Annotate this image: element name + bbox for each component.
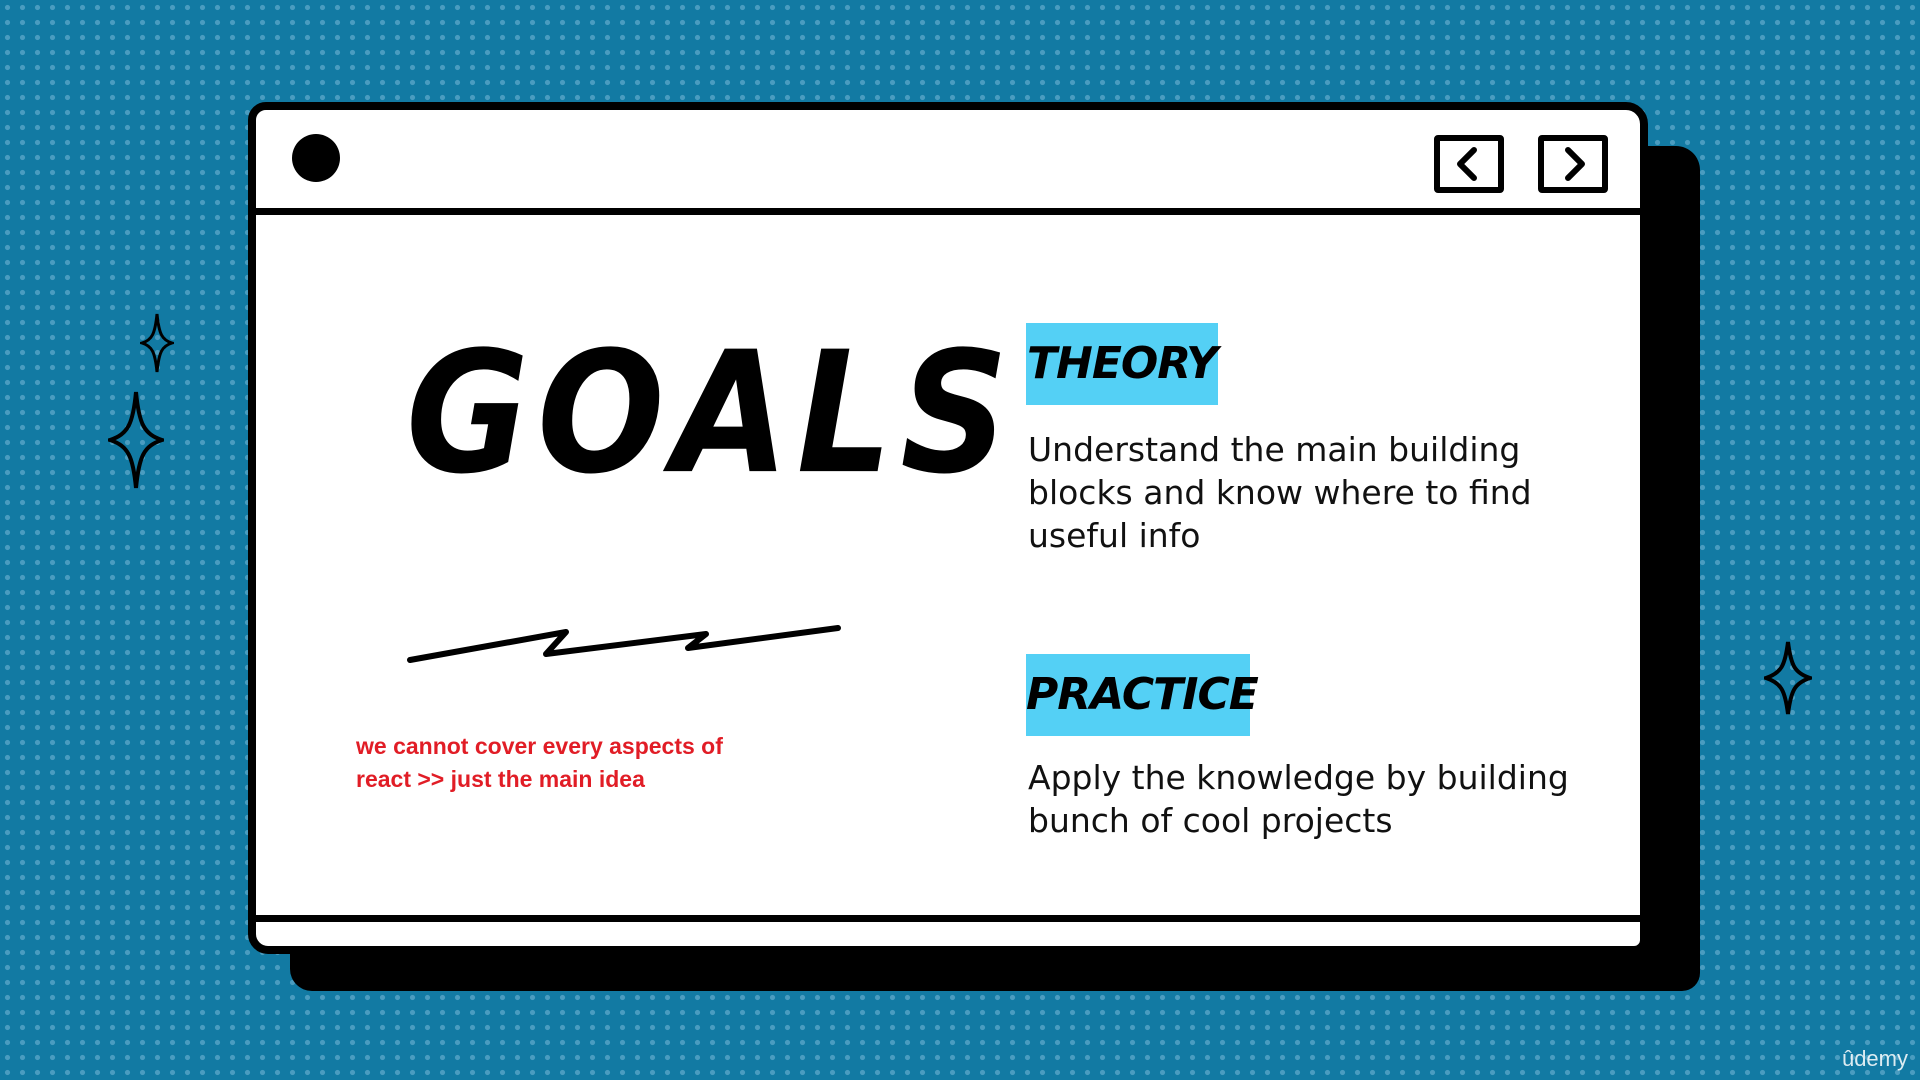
udemy-watermark: ûdemy — [1841, 1046, 1908, 1071]
annotation-note: we cannot cover every aspects of react >… — [356, 733, 723, 792]
previous-button[interactable] — [1434, 135, 1504, 193]
next-button[interactable] — [1538, 135, 1608, 193]
sparkle-icon-large — [108, 391, 164, 489]
slide-window: GOALS we cannot cover every aspects of r… — [248, 102, 1648, 954]
window-bottom-strip — [256, 915, 1640, 946]
circle-dot-icon — [292, 134, 340, 182]
chevron-left-icon — [1457, 147, 1477, 181]
practice-description: Apply the knowledge by building bunch of… — [1028, 758, 1569, 840]
sparkle-icon-right — [1764, 641, 1812, 715]
slide-title: GOALS — [406, 316, 1017, 512]
sparkle-icon-small — [140, 313, 174, 373]
chevron-right-icon — [1565, 147, 1585, 181]
squiggle-divider — [407, 625, 841, 663]
theory-tag: THEORY — [1026, 323, 1218, 405]
theory-description: Understand the main building blocks and … — [1028, 430, 1532, 555]
practice-tag: PRACTICE — [1026, 654, 1259, 736]
window-titlebar — [256, 110, 1640, 215]
